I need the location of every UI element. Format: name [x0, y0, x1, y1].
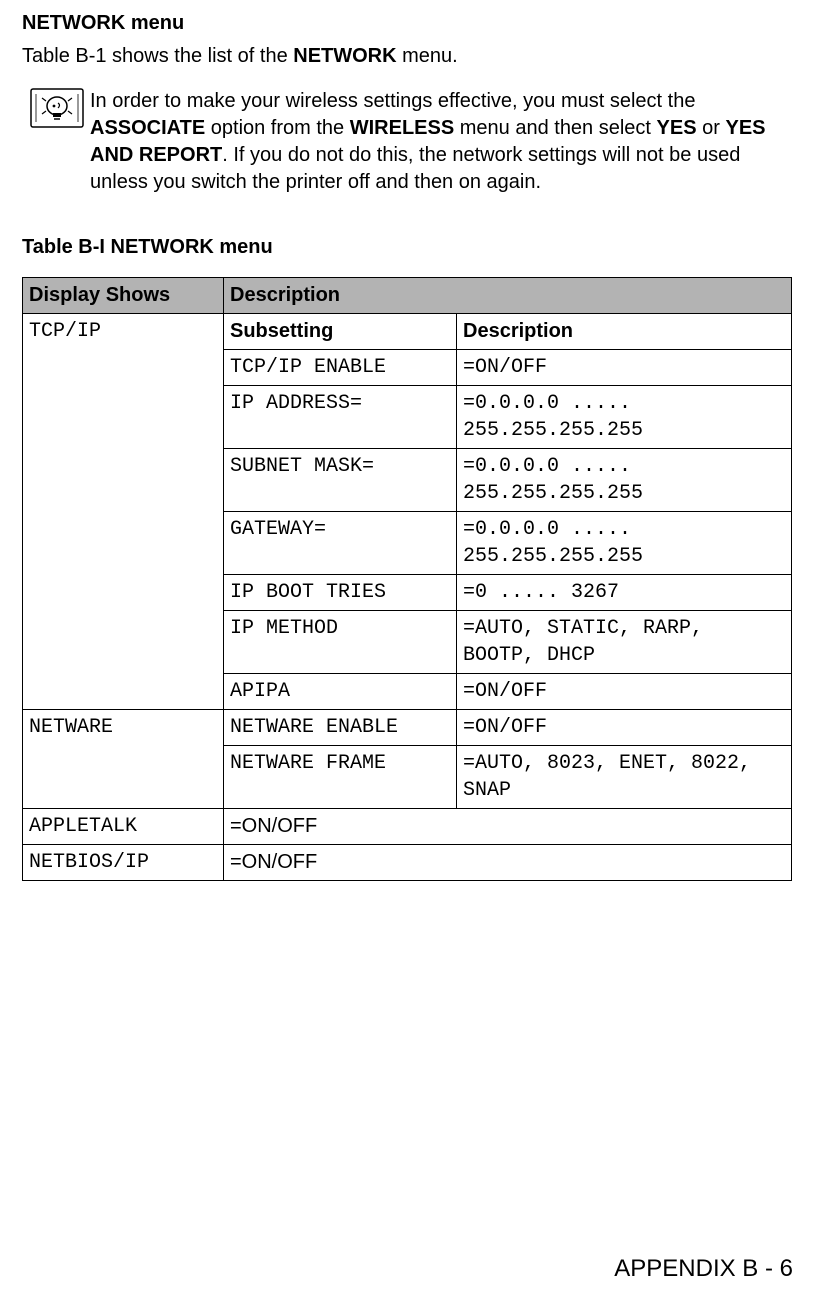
intro-pre: Table B-1 shows the list of the	[22, 45, 293, 67]
cell-subsetting: GATEWAY=	[224, 512, 457, 575]
table-row: APPLETALK =ON/OFF	[23, 809, 792, 845]
note-text: In order to make your wireless settings …	[90, 88, 793, 196]
page-footer: APPENDIX B - 6	[614, 1253, 793, 1285]
note-wireless: WIRELESS	[350, 117, 454, 139]
table-header-row: Display Shows Description	[23, 278, 792, 314]
table-row: NETBIOS/IP =ON/OFF	[23, 845, 792, 881]
header-display-shows: Display Shows	[23, 278, 224, 314]
cell-subsetting: IP ADDRESS=	[224, 386, 457, 449]
table-row: TCP/IP Subsetting Description	[23, 314, 792, 350]
cell-netbios-label: NETBIOS/IP	[23, 845, 224, 881]
note-seg4: or	[697, 117, 726, 139]
note-assoc: ASSOCIATE	[90, 117, 205, 139]
cell-subsetting: TCP/IP ENABLE	[224, 350, 457, 386]
intro-paragraph: Table B-1 shows the list of the NETWORK …	[22, 43, 793, 70]
note-block: In order to make your wireless settings …	[30, 88, 793, 196]
table-title: Table B-I NETWORK menu	[22, 234, 793, 261]
note-yes: YES	[657, 117, 697, 139]
cell-tcpip-label: TCP/IP	[23, 314, 224, 710]
cell-sub-desc: =ON/OFF	[457, 674, 792, 710]
cell-appletalk-desc: =ON/OFF	[224, 809, 792, 845]
cell-sub-desc: =0.0.0.0 ..... 255.255.255.255	[457, 449, 792, 512]
cell-subsetting: NETWARE ENABLE	[224, 710, 457, 746]
cell-subsetting: APIPA	[224, 674, 457, 710]
intro-bold: NETWORK	[293, 45, 396, 67]
cell-subsetting-header: Subsetting	[224, 314, 457, 350]
cell-subsetting: IP BOOT TRIES	[224, 575, 457, 611]
cell-netware-label: NETWARE	[23, 710, 224, 809]
cell-sub-desc: =AUTO, 8023, ENET, 8022, SNAP	[457, 746, 792, 809]
note-seg1: In order to make your wireless settings …	[90, 90, 695, 112]
cell-appletalk-label: APPLETALK	[23, 809, 224, 845]
cell-sub-desc: =0.0.0.0 ..... 255.255.255.255	[457, 386, 792, 449]
cell-sub-desc: =0 ..... 3267	[457, 575, 792, 611]
cell-sub-desc: =AUTO, STATIC, RARP, BOOTP, DHCP	[457, 611, 792, 674]
network-menu-table: Display Shows Description TCP/IP Subsett…	[22, 277, 792, 881]
cell-netbios-desc: =ON/OFF	[224, 845, 792, 881]
cell-subsetting: IP METHOD	[224, 611, 457, 674]
lightbulb-icon	[30, 88, 84, 196]
cell-sub-desc: =ON/OFF	[457, 350, 792, 386]
cell-sub-desc: =ON/OFF	[457, 710, 792, 746]
cell-subsetting: NETWARE FRAME	[224, 746, 457, 809]
intro-post: menu.	[397, 45, 458, 67]
section-heading: NETWORK menu	[22, 10, 793, 37]
table-row: NETWARE NETWARE ENABLE =ON/OFF	[23, 710, 792, 746]
cell-subsetting: SUBNET MASK=	[224, 449, 457, 512]
note-seg3: menu and then select	[454, 117, 656, 139]
note-seg2: option from the	[205, 117, 350, 139]
cell-sub-description-header: Description	[457, 314, 792, 350]
cell-sub-desc: =0.0.0.0 ..... 255.255.255.255	[457, 512, 792, 575]
header-description: Description	[224, 278, 792, 314]
